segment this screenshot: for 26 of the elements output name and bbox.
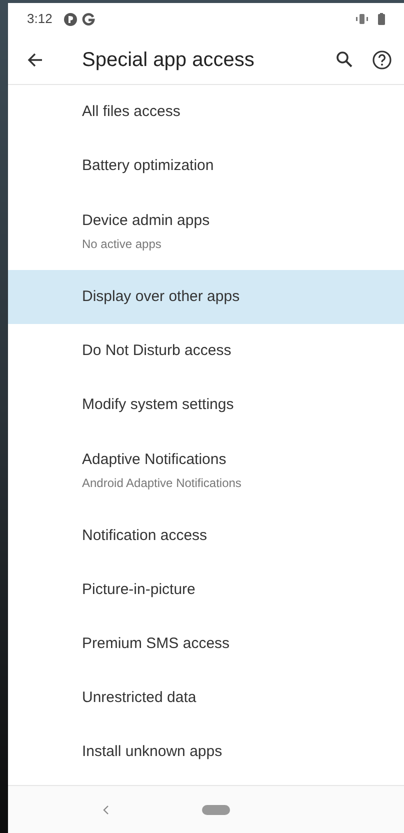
item-title: All files access <box>82 102 182 122</box>
item-title: Modify system settings <box>82 394 235 415</box>
item-title: Battery optimization <box>82 156 215 176</box>
settings-item[interactable]: Display over other apps <box>8 270 404 324</box>
item-title: Premium SMS access <box>82 634 231 654</box>
item-title: Adaptive Notifications <box>82 450 228 470</box>
back-arrow-icon <box>27 52 43 68</box>
item-title: Unrestricted data <box>82 688 198 708</box>
status-time: 3:12 <box>27 10 52 28</box>
notification-icon <box>64 12 78 26</box>
battery-icon <box>378 13 385 25</box>
toolbar-title: Special app access <box>82 48 256 72</box>
item-title: Install unknown apps <box>82 742 224 762</box>
help-icon <box>372 50 392 70</box>
item-title: Device admin apps <box>82 210 211 231</box>
item-subtitle: No active apps <box>82 236 162 254</box>
item-title: Picture-in-picture <box>82 580 196 600</box>
g-icon <box>82 12 96 26</box>
home-pill[interactable] <box>202 804 230 814</box>
vibrate-icon <box>356 14 368 24</box>
search-icon <box>336 51 352 68</box>
item-title: Do Not Disturb access <box>82 340 232 361</box>
item-title: Display over other apps <box>82 286 241 307</box>
item-subtitle: Android Adaptive Notifications <box>82 475 242 492</box>
chevron-left-icon <box>103 804 109 814</box>
item-title: Notification access <box>82 526 208 546</box>
